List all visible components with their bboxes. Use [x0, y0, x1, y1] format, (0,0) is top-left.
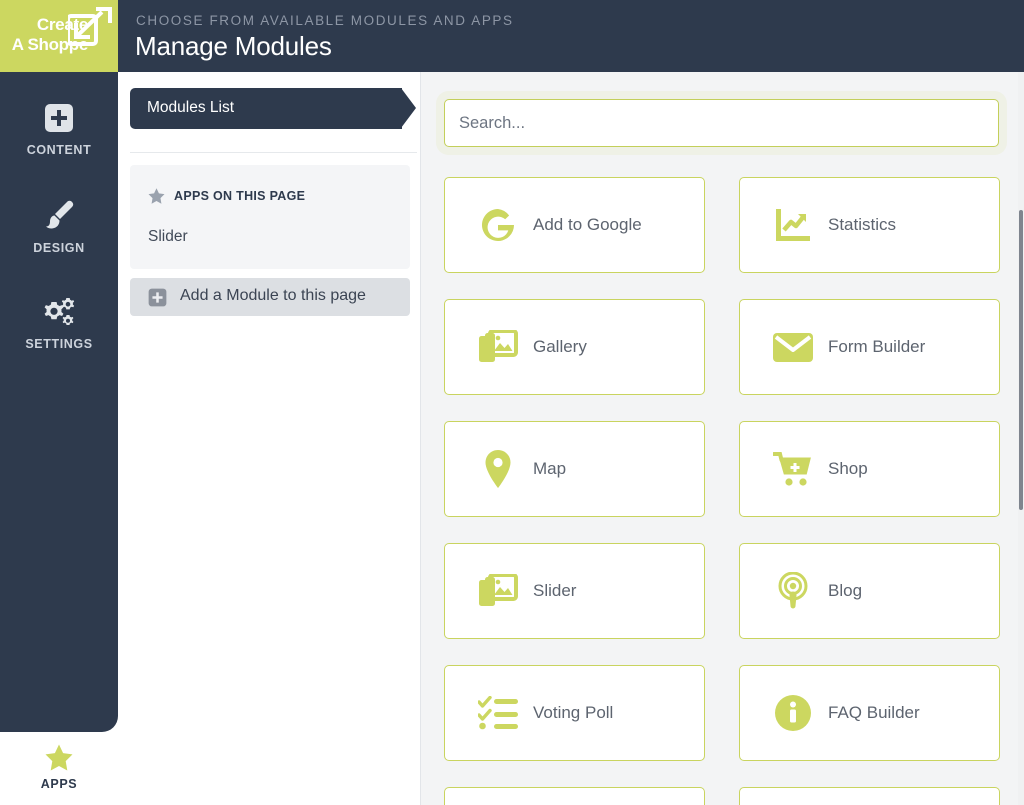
star-icon [0, 742, 118, 772]
module-card-label: Voting Poll [533, 703, 614, 722]
app-root: Create A Shoppe CONTENT DESIGN SETTINGS … [0, 0, 1024, 805]
module-card-label: Blog [828, 581, 863, 600]
plus-square-icon [0, 98, 118, 138]
modules-gallery-panel: Add to Google Statistics [421, 72, 1018, 805]
modules-grid: Add to Google Statistics Gallery Form Bu… [444, 177, 1000, 805]
sidebar-item-label: SETTINGS [25, 337, 93, 351]
plus-square-icon [148, 288, 167, 307]
add-module-button[interactable]: Add a Module to this page [130, 278, 410, 316]
star-icon [148, 188, 165, 204]
sidebar-item-label: DESIGN [33, 241, 85, 255]
podcast-icon [770, 571, 816, 611]
module-card-voting-poll[interactable]: Voting Poll [444, 665, 705, 761]
tab-arrow-shape [401, 88, 416, 128]
square-arrow-out-icon [68, 7, 112, 46]
map-pin-icon [475, 449, 521, 489]
sidebar-item-label: APPS [40, 777, 78, 791]
module-card-shop[interactable]: Shop [739, 421, 1000, 517]
left-sidebar: Create A Shoppe CONTENT DESIGN SETTINGS … [0, 0, 118, 805]
envelope-icon [770, 327, 816, 367]
page-title: Manage Modules [135, 31, 332, 61]
header-kicker: CHOOSE FROM AVAILABLE MODULES AND APPS [136, 13, 514, 28]
module-card-label: Form Builder [828, 337, 926, 356]
modules-list-panel: Modules List APPS ON THIS PAGE Slider Ad… [118, 72, 421, 805]
google-g-icon [475, 205, 521, 245]
sidebar-item-content[interactable]: CONTENT [0, 98, 118, 157]
sidebar-item-apps[interactable]: APPS [0, 742, 118, 791]
search-input[interactable] [444, 99, 999, 147]
module-card-add-to-google[interactable]: Add to Google [444, 177, 705, 273]
tab-modules-list[interactable]: Modules List [130, 88, 417, 129]
module-card-statistics[interactable]: Statistics [739, 177, 1000, 273]
tab-label: Modules List [147, 99, 235, 116]
check-list-icon [475, 693, 521, 733]
module-card-label: Map [533, 459, 567, 478]
app-logo[interactable]: Create A Shoppe [0, 0, 118, 72]
apps-on-this-page-header: APPS ON THIS PAGE [148, 188, 305, 204]
sidebar-item-settings[interactable]: SETTINGS [0, 292, 118, 351]
list-item[interactable]: Slider [148, 228, 188, 246]
apps-on-this-page-box: APPS ON THIS PAGE Slider [130, 165, 410, 269]
module-card-map[interactable]: Map [444, 421, 705, 517]
module-card-label: FAQ Builder [828, 703, 920, 722]
sidebar-item-design[interactable]: DESIGN [0, 196, 118, 255]
module-card-partial-left[interactable] [444, 787, 705, 805]
gears-icon [0, 292, 118, 332]
images-icon [475, 571, 521, 611]
module-card-label: Slider [533, 581, 577, 600]
chart-line-icon [770, 205, 816, 245]
cart-plus-icon [770, 449, 816, 489]
sidebar-item-label: CONTENT [26, 143, 92, 157]
module-card-label: Add to Google [533, 215, 642, 234]
module-card-label: Statistics [828, 215, 897, 234]
images-icon [475, 327, 521, 367]
vertical-scrollbar-thumb[interactable] [1019, 210, 1023, 510]
module-card-gallery[interactable]: Gallery [444, 299, 705, 395]
module-card-label: Shop [828, 459, 868, 478]
page-header: CHOOSE FROM AVAILABLE MODULES AND APPS M… [118, 0, 1024, 72]
module-card-slider[interactable]: Slider [444, 543, 705, 639]
info-circle-icon [770, 693, 816, 733]
add-module-label: Add a Module to this page [180, 287, 366, 304]
apps-on-this-page-title: APPS ON THIS PAGE [174, 189, 306, 203]
module-card-partial-right[interactable] [739, 787, 1000, 805]
module-card-label: Gallery [533, 337, 587, 356]
search-field-wrapper [444, 99, 999, 147]
module-card-blog[interactable]: Blog [739, 543, 1000, 639]
panel-divider [130, 152, 417, 153]
paint-brush-icon [0, 196, 118, 236]
module-card-faq-builder[interactable]: FAQ Builder [739, 665, 1000, 761]
module-card-form-builder[interactable]: Form Builder [739, 299, 1000, 395]
